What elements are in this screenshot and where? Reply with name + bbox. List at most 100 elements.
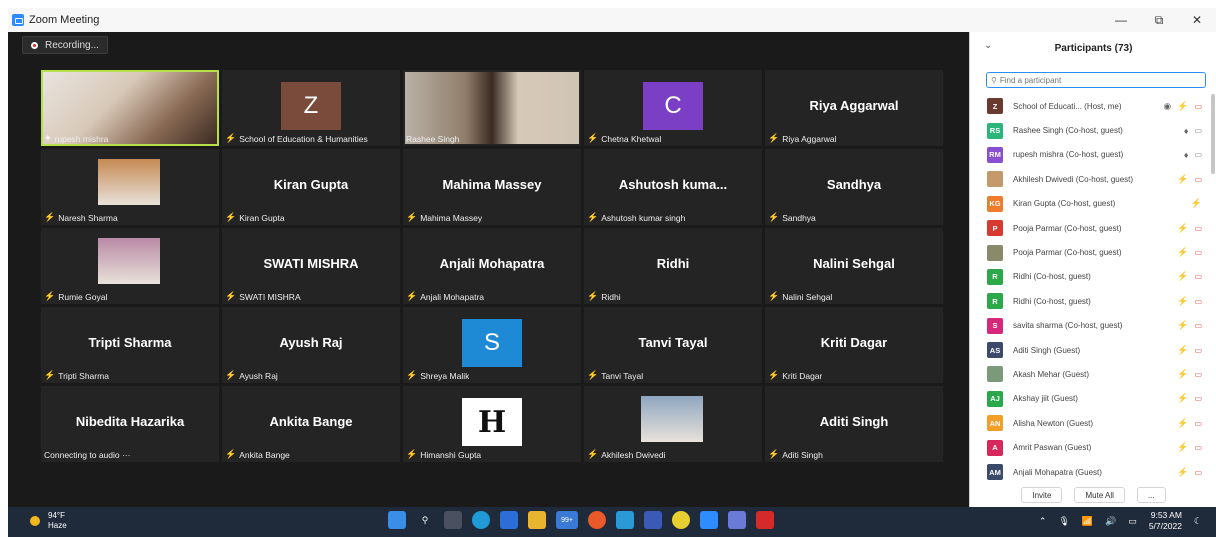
more-button[interactable]: ... xyxy=(1136,487,1166,503)
camera-off-icon[interactable]: ▭ xyxy=(1194,346,1202,355)
participant-search[interactable]: ⚲ xyxy=(986,72,1206,88)
mute-all-button[interactable]: Mute All xyxy=(1074,487,1125,503)
mic-muted-icon[interactable]: ⚡ xyxy=(1177,296,1188,307)
file-explorer-icon[interactable] xyxy=(528,511,546,529)
camera-off-icon[interactable]: ▭ xyxy=(1194,272,1202,281)
participant-row[interactable]: P Pooja Parmar (Co-host, guest) ⚡ ▭ xyxy=(970,216,1210,240)
camera-off-icon[interactable]: ▭ xyxy=(1194,102,1202,111)
recording-indicator[interactable]: Recording... xyxy=(22,36,108,54)
camera-off-icon[interactable]: ▭ xyxy=(1194,224,1202,233)
participant-search-input[interactable] xyxy=(999,75,1190,85)
video-tile[interactable]: Mahima Massey ⚡ Mahima Massey xyxy=(403,149,581,225)
participant-row[interactable]: AM Anjali Mohapatra (Guest) ⚡ ▭ xyxy=(970,460,1210,484)
video-tile[interactable]: Ayush Raj ⚡ Ayush Raj xyxy=(222,307,400,383)
windows-start-icon[interactable] xyxy=(388,511,406,529)
mic-muted-icon[interactable]: ⚡ xyxy=(1177,467,1188,478)
remote-desktop-icon[interactable] xyxy=(728,511,746,529)
mic-muted-icon[interactable]: ⚡ xyxy=(1177,393,1188,404)
mic-muted-icon[interactable]: ⚡ xyxy=(1177,442,1188,453)
video-tile[interactable]: Aditi Singh ⚡ Aditi Singh xyxy=(765,386,943,462)
mic-icon[interactable]: ♦ xyxy=(1184,150,1189,160)
camera-icon[interactable]: ▭ xyxy=(1194,150,1202,159)
mic-muted-icon[interactable]: ⚡ xyxy=(1177,345,1188,356)
video-tile[interactable]: Ashutosh kuma... ⚡ Ashutosh kumar singh xyxy=(584,149,762,225)
close-button[interactable]: ✕ xyxy=(1178,8,1216,32)
chrome-icon[interactable] xyxy=(588,511,606,529)
clock[interactable]: 9:53 AM 5/7/2022 xyxy=(1149,510,1182,532)
participant-row[interactable]: RS Rashee Singh (Co-host, guest) ♦ ▭ xyxy=(970,118,1210,142)
participant-row[interactable]: Akash Mehar (Guest) ⚡ ▭ xyxy=(970,362,1210,386)
participant-row[interactable]: R Ridhi (Co-host, guest) ⚡ ▭ xyxy=(970,265,1210,289)
participant-row[interactable]: R Ridhi (Co-host, guest) ⚡ ▭ xyxy=(970,289,1210,313)
weather-widget[interactable]: 94°F Haze xyxy=(30,511,67,531)
participant-row[interactable]: Pooja Parmar (Co-host, guest) ⚡ ▭ xyxy=(970,240,1210,264)
mic-muted-icon[interactable]: ⚡ xyxy=(1177,271,1188,282)
camera-off-icon[interactable]: ▭ xyxy=(1194,419,1202,428)
video-tile[interactable]: ✦ rupesh mishra xyxy=(41,70,219,146)
video-tile[interactable]: Z ⚡ School of Education & Humanities xyxy=(222,70,400,146)
task-view-icon[interactable] xyxy=(444,511,462,529)
search-icon[interactable]: ⚲ xyxy=(416,511,434,529)
chrome-alt-icon[interactable] xyxy=(672,511,690,529)
mic-icon[interactable]: ♦ xyxy=(1184,126,1189,136)
participant-row[interactable]: AS Aditi Singh (Guest) ⚡ ▭ xyxy=(970,338,1210,362)
invite-button[interactable]: Invite xyxy=(1021,487,1063,503)
video-tile[interactable]: Riya Aggarwal ⚡ Riya Aggarwal xyxy=(765,70,943,146)
video-tile[interactable]: ⚡ Rumie Goyal xyxy=(41,228,219,304)
mic-muted-icon[interactable]: ⚡ xyxy=(1177,174,1188,185)
camera-off-icon[interactable]: ▭ xyxy=(1194,321,1202,330)
minimize-button[interactable]: — xyxy=(1102,8,1140,32)
zoom-icon[interactable] xyxy=(700,511,718,529)
participant-row[interactable]: Z School of Educati... (Host, me) ◉ ⚡ ▭ xyxy=(970,94,1210,118)
mic-muted-icon[interactable]: ⚡ xyxy=(1177,223,1188,234)
camera-icon[interactable]: ▭ xyxy=(1194,126,1202,135)
participant-row[interactable]: RM rupesh mishra (Co-host, guest) ♦ ▭ xyxy=(970,143,1210,167)
edge-icon[interactable] xyxy=(472,511,490,529)
acrobat-icon[interactable] xyxy=(756,511,774,529)
camera-off-icon[interactable]: ▭ xyxy=(1194,468,1202,477)
chevron-up-icon[interactable]: ⌃ xyxy=(1039,516,1047,527)
camera-off-icon[interactable]: ▭ xyxy=(1194,297,1202,306)
chevron-down-icon[interactable]: ⌄ xyxy=(984,40,992,51)
participant-row[interactable]: Akhilesh Dwivedi (Co-host, guest) ⚡ ▭ xyxy=(970,167,1210,191)
camera-off-icon[interactable]: ▭ xyxy=(1194,370,1202,379)
camera-off-icon[interactable]: ▭ xyxy=(1194,394,1202,403)
participant-row[interactable]: AN Alisha Newton (Guest) ⚡ ▭ xyxy=(970,411,1210,435)
camera-off-icon[interactable]: ▭ xyxy=(1194,443,1202,452)
mic-muted-icon[interactable]: ⚡ xyxy=(1177,320,1188,331)
participant-row[interactable]: AJ Akshay jiit (Guest) ⚡ ▭ xyxy=(970,387,1210,411)
participant-list-scrollbar[interactable] xyxy=(1211,94,1215,174)
wifi-icon[interactable]: 📶 xyxy=(1082,516,1093,527)
volume-icon[interactable]: 🔊 xyxy=(1105,516,1116,527)
video-tile[interactable]: Tripti Sharma ⚡ Tripti Sharma xyxy=(41,307,219,383)
store-icon[interactable] xyxy=(500,511,518,529)
video-tile[interactable]: Nalini Sehgal ⚡ Nalini Sehgal xyxy=(765,228,943,304)
mic-muted-icon[interactable]: ⚡ xyxy=(1177,418,1188,429)
camera-off-icon[interactable]: ▭ xyxy=(1194,248,1202,257)
mic-muted-icon[interactable]: ⚡ xyxy=(1177,369,1188,380)
video-tile[interactable]: S ⚡ Shreya Malik xyxy=(403,307,581,383)
mail-icon[interactable]: 99+ xyxy=(556,511,578,529)
participant-row[interactable]: KG Kiran Gupta (Co-host, guest) ⚡ xyxy=(970,192,1210,216)
video-tile[interactable]: Ridhi ⚡ Ridhi xyxy=(584,228,762,304)
battery-icon[interactable]: ▭ xyxy=(1128,516,1137,527)
mic-muted-icon[interactable]: ⚡ xyxy=(1177,101,1188,112)
app-icon[interactable] xyxy=(644,511,662,529)
mic-muted-icon[interactable]: ⚡ xyxy=(1191,198,1202,209)
photos-icon[interactable] xyxy=(616,511,634,529)
video-tile[interactable]: Anjali Mohapatra ⚡ Anjali Mohapatra xyxy=(403,228,581,304)
video-tile[interactable]: Sandhya ⚡ Sandhya xyxy=(765,149,943,225)
participant-row[interactable]: A Amrit Paswan (Guest) ⚡ ▭ xyxy=(970,435,1210,459)
video-tile[interactable]: ⚡ Akhilesh Dwivedi xyxy=(584,386,762,462)
video-tile[interactable]: H ⚡ Himanshi Gupta xyxy=(403,386,581,462)
recording-icon[interactable]: ◉ xyxy=(1163,101,1171,112)
video-tile[interactable]: Tanvi Tayal ⚡ Tanvi Tayal xyxy=(584,307,762,383)
video-tile[interactable]: Kiran Gupta ⚡ Kiran Gupta xyxy=(222,149,400,225)
video-tile[interactable]: C ⚡ Chetna Khetwal xyxy=(584,70,762,146)
microphone-icon[interactable]: 🎙 xyxy=(1058,516,1069,527)
video-tile[interactable]: Kriti Dagar ⚡ Kriti Dagar xyxy=(765,307,943,383)
video-tile[interactable]: Nibedita Hazarika Connecting to audio ··· xyxy=(41,386,219,462)
video-tile[interactable]: SWATI MISHRA ⚡ SWATI MISHRA xyxy=(222,228,400,304)
video-tile[interactable]: Ankita Bange ⚡ Ankita Bange xyxy=(222,386,400,462)
restore-button[interactable]: ⧉ xyxy=(1140,8,1178,32)
